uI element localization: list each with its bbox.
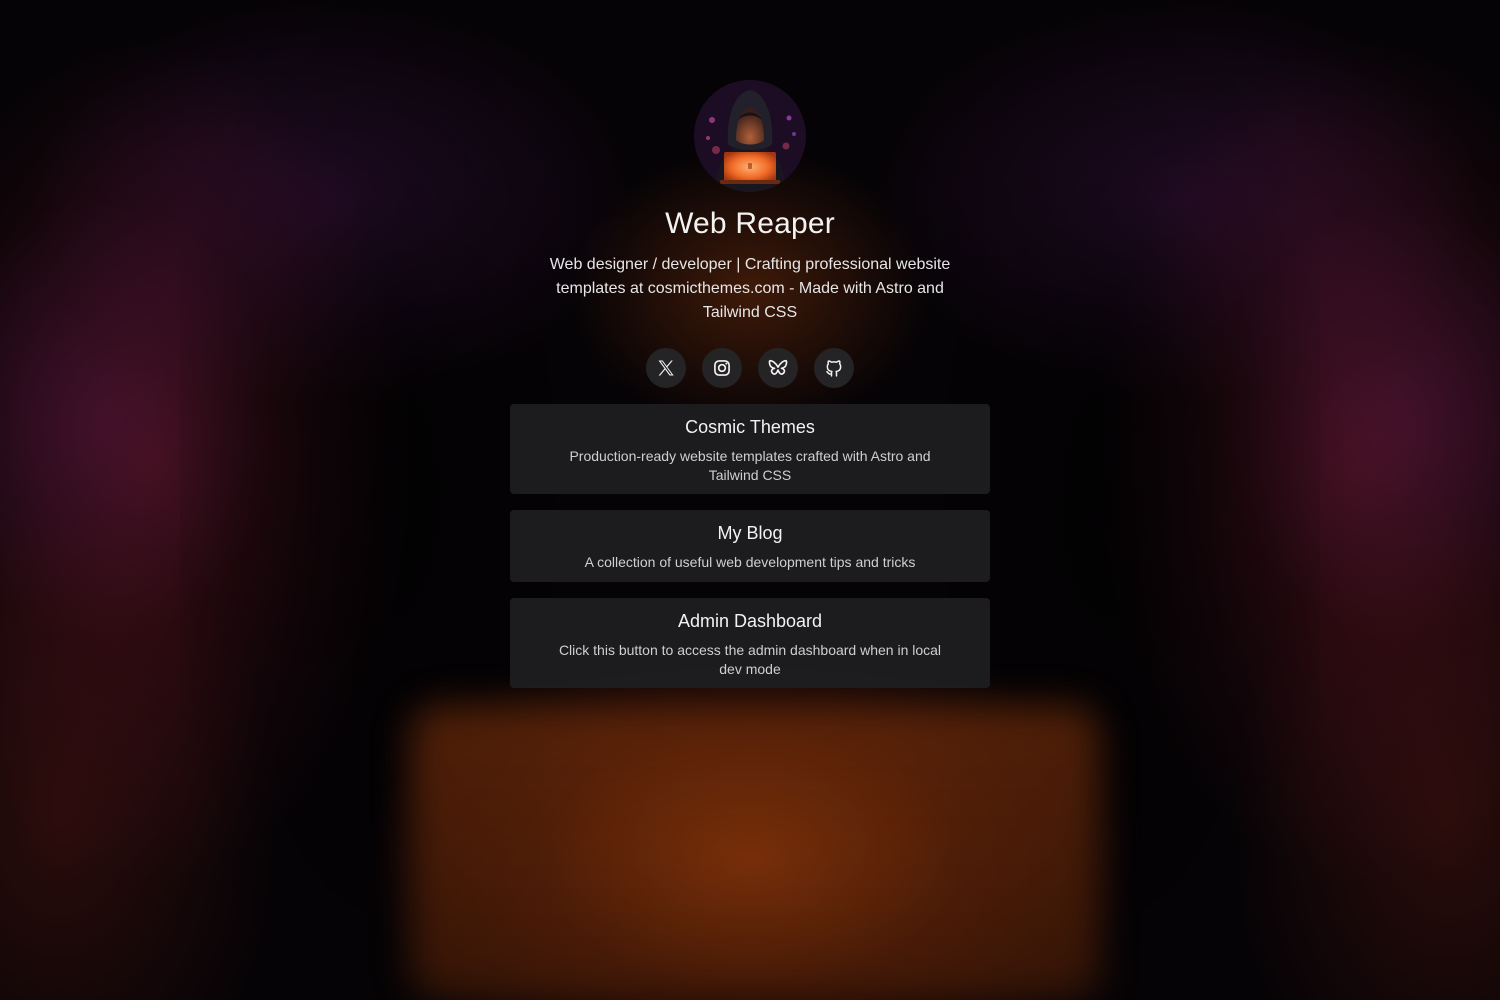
link-card-title: Cosmic Themes <box>685 417 815 437</box>
link-card-description: Click this button to access the admin da… <box>558 642 942 677</box>
link-card-cosmic-themes[interactable]: Cosmic Themes Production-ready website t… <box>510 404 990 494</box>
link-card-description: A collection of useful web development t… <box>584 554 916 570</box>
social-links <box>646 348 854 388</box>
profile-name: Web Reaper <box>665 207 835 240</box>
link-in-bio-page: Web Reaper Web designer / developer | Cr… <box>0 0 1500 1000</box>
avatar <box>694 80 806 192</box>
x-twitter-icon <box>658 360 674 376</box>
hooded-hacker-avatar-icon <box>694 80 806 192</box>
x-twitter-button[interactable] <box>646 348 686 388</box>
instagram-icon <box>714 360 730 376</box>
bluesky-button[interactable] <box>758 348 798 388</box>
link-card-description: Production-ready website templates craft… <box>569 448 931 483</box>
instagram-button[interactable] <box>702 348 742 388</box>
bluesky-butterfly-icon <box>768 359 788 375</box>
profile-bio: Web designer / developer | Crafting prof… <box>549 256 951 321</box>
link-card-admin-dashboard[interactable]: Admin Dashboard Click this button to acc… <box>510 598 990 688</box>
github-icon <box>826 360 842 377</box>
link-card-title: Admin Dashboard <box>677 611 823 631</box>
github-button[interactable] <box>814 348 854 388</box>
link-card-my-blog[interactable]: My Blog A collection of useful web devel… <box>510 510 990 582</box>
link-card-title: My Blog <box>717 523 783 543</box>
